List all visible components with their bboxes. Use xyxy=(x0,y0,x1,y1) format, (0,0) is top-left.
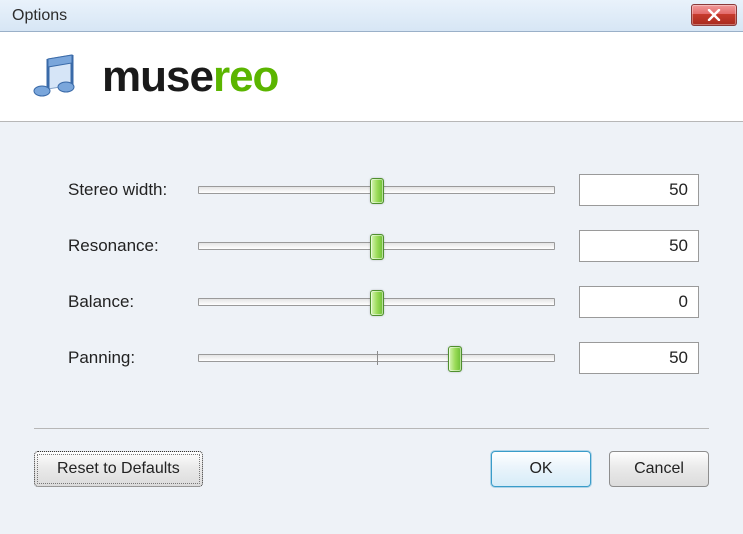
row-panning: Panning: 50 xyxy=(34,330,699,386)
slider-center-tick xyxy=(377,351,378,365)
reset-defaults-button[interactable]: Reset to Defaults xyxy=(34,451,203,487)
label-panning: Panning: xyxy=(34,348,174,368)
row-resonance: Resonance: 50 xyxy=(34,218,699,274)
slider-panning[interactable] xyxy=(198,354,555,362)
slider-thumb[interactable] xyxy=(370,178,384,204)
close-button[interactable] xyxy=(691,4,737,26)
close-icon xyxy=(707,9,721,21)
row-balance: Balance: 0 xyxy=(34,274,699,330)
brand-logo: musereo xyxy=(102,52,278,102)
slider-resonance[interactable] xyxy=(198,242,555,250)
label-stereo-width: Stereo width: xyxy=(34,180,174,200)
slider-balance[interactable] xyxy=(198,298,555,306)
button-bar: Reset to Defaults OK Cancel xyxy=(0,429,743,487)
slider-thumb[interactable] xyxy=(448,346,462,372)
titlebar: Options xyxy=(0,0,743,32)
cancel-button[interactable]: Cancel xyxy=(609,451,709,487)
music-notes-icon xyxy=(28,49,84,105)
label-resonance: Resonance: xyxy=(34,236,174,256)
value-stereo-width[interactable]: 50 xyxy=(579,174,699,206)
row-stereo-width: Stereo width: 50 xyxy=(34,162,699,218)
brand-part2: reo xyxy=(213,52,278,101)
label-balance: Balance: xyxy=(34,292,174,312)
value-resonance[interactable]: 50 xyxy=(579,230,699,262)
value-balance[interactable]: 0 xyxy=(579,286,699,318)
slider-stereo-width[interactable] xyxy=(198,186,555,194)
ok-button[interactable]: OK xyxy=(491,451,591,487)
logo-strip: musereo xyxy=(0,32,743,122)
options-panel: Stereo width: 50 Resonance: 50 Balance: … xyxy=(0,122,743,386)
slider-thumb[interactable] xyxy=(370,290,384,316)
value-panning[interactable]: 50 xyxy=(579,342,699,374)
slider-thumb[interactable] xyxy=(370,234,384,260)
window-title: Options xyxy=(12,7,67,25)
brand-part1: muse xyxy=(102,52,213,101)
